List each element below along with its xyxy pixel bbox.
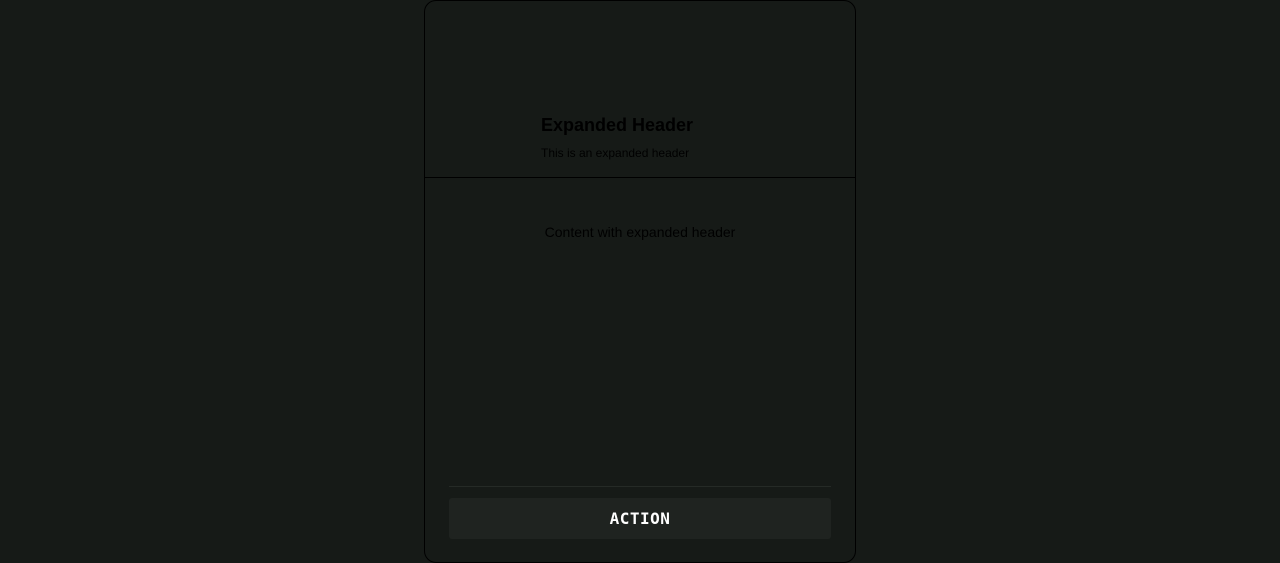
header-title: Expanded Header — [541, 115, 694, 135]
action-button-label: ACTION — [609, 509, 671, 528]
footer-divider — [449, 486, 831, 487]
page-stage: Expanded Header This is an expanded head… — [0, 0, 1280, 563]
modal-card: Expanded Header This is an expanded head… — [424, 0, 856, 563]
header-subtitle: This is an expanded header — [541, 146, 690, 160]
action-button[interactable]: ACTION — [449, 498, 831, 539]
expanded-header: Expanded Header This is an expanded head… — [425, 1, 855, 178]
content-text: Content with expanded header — [544, 224, 736, 240]
